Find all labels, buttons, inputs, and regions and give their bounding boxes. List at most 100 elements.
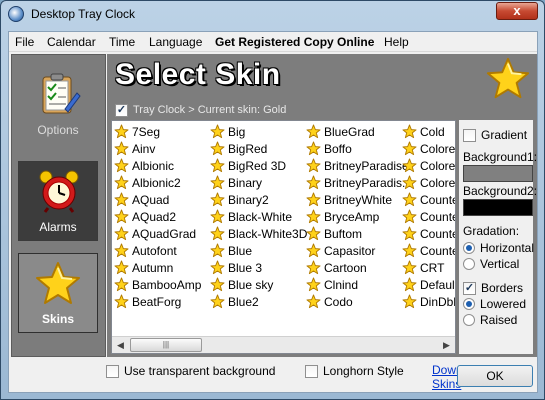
close-button[interactable]: x (496, 2, 538, 20)
skin-list-item[interactable]: Counte (402, 208, 455, 225)
skin-list-item[interactable]: Default (402, 276, 455, 293)
skin-list-item[interactable]: AQuadGrad (114, 225, 210, 242)
app-clock-icon (8, 6, 24, 22)
skin-list-item[interactable]: Cold (402, 123, 455, 140)
skin-name: AQuadGrad (132, 226, 197, 241)
horizontal-option[interactable]: Horizontal (463, 241, 534, 255)
skin-name: Counte (420, 192, 456, 207)
skin-list-item[interactable]: BritneyParadis... (306, 174, 412, 191)
nav-alarms-button[interactable]: Alarms (18, 161, 98, 241)
borders-label: Borders (481, 281, 524, 295)
nav-options-button[interactable]: Options (18, 63, 98, 143)
skin-name: Ainv (132, 141, 156, 156)
horizontal-radio[interactable] (463, 242, 475, 254)
borders-option[interactable]: ✓ Borders (463, 281, 523, 295)
vertical-radio[interactable] (463, 258, 475, 270)
lowered-radio[interactable] (463, 298, 475, 310)
longhorn-option[interactable]: Longhorn Style (305, 364, 404, 378)
menu-file[interactable]: File (15, 35, 34, 49)
skin-list[interactable]: 7Seg Ainv Albionic Albionic2 AQuad AQuad2 AQua… (111, 120, 456, 354)
skin-list-item[interactable]: Ainv (114, 140, 210, 157)
skin-list-item[interactable]: BryceAmp (306, 208, 402, 225)
background1-swatch[interactable] (463, 165, 533, 182)
skin-list-item[interactable]: BlueGrad (306, 123, 402, 140)
skin-name: Clnind (324, 277, 359, 292)
lowered-option[interactable]: Lowered (463, 297, 526, 311)
longhorn-checkbox[interactable] (305, 364, 318, 378)
current-skin-bar: ✓ Tray Clock > Current skin: Gold (111, 103, 533, 119)
background2-label: Background2: (463, 184, 538, 198)
gradient-checkbox[interactable] (463, 128, 476, 142)
skin-list-item[interactable]: BigRed (210, 140, 306, 157)
skin-list-item[interactable]: Big (210, 123, 306, 140)
current-skin-checkbox[interactable]: ✓ (115, 104, 128, 117)
menu-help[interactable]: Help (384, 35, 409, 49)
skin-list-item[interactable]: Blue2 (210, 293, 306, 310)
skin-list-item[interactable]: Capasitor (306, 242, 402, 259)
skin-column: BlueGrad Boffo BritneyParadise BritneyParad… (306, 123, 412, 310)
skin-list-item[interactable]: Blue (210, 242, 306, 259)
skin-list-item[interactable]: Autofont (114, 242, 210, 259)
skin-list-item[interactable]: BeatForg (114, 293, 210, 310)
skin-list-item[interactable]: Counte (402, 242, 455, 259)
app-window: Desktop Tray Clock x File Calendar Time … (0, 0, 545, 400)
star-icon (402, 175, 417, 190)
skin-list-item[interactable]: Cartoon (306, 259, 402, 276)
skin-list-item[interactable]: 7Seg (114, 123, 210, 140)
skin-list-item[interactable]: Colored (402, 157, 455, 174)
page-title: Select Skin (115, 58, 281, 91)
skin-list-item[interactable]: Black-White (210, 208, 306, 225)
skin-list-item[interactable]: Albionic2 (114, 174, 210, 191)
skin-list-item[interactable]: Clnind (306, 276, 402, 293)
skin-list-item[interactable]: BambooAmp (114, 276, 210, 293)
scroll-right-icon[interactable]: ▶ (438, 337, 455, 353)
skin-list-item[interactable]: Colored (402, 140, 455, 157)
skin-list-item[interactable]: Blue 3 (210, 259, 306, 276)
skin-name: Albionic (132, 158, 175, 173)
skin-list-item[interactable]: Autumn (114, 259, 210, 276)
background1-label: Background1: (463, 150, 538, 164)
skin-list-item[interactable]: Colored (402, 174, 455, 191)
star-icon (306, 226, 321, 241)
skin-list-item[interactable]: BritneyParadise (306, 157, 409, 174)
skin-list-item[interactable]: AQuad2 (114, 208, 210, 225)
menu-calendar[interactable]: Calendar (47, 35, 96, 49)
skin-list-item[interactable]: Albionic (114, 157, 210, 174)
star-icon (306, 192, 321, 207)
skin-list-item[interactable]: Black-White3D (210, 225, 307, 242)
ok-button[interactable]: OK (457, 365, 533, 387)
skin-list-item[interactable]: DinDbl (402, 293, 455, 310)
skin-list-item[interactable]: Counte (402, 191, 456, 208)
skin-list-item[interactable]: Counte (402, 225, 455, 242)
menu-time[interactable]: Time (109, 35, 135, 49)
borders-checkbox[interactable]: ✓ (463, 281, 476, 295)
scroll-thumb[interactable]: ||| (130, 338, 202, 352)
skin-list-item[interactable]: Binary2 (210, 191, 306, 208)
star-icon (210, 277, 225, 292)
transparent-checkbox[interactable] (106, 364, 119, 378)
star-icon (114, 192, 129, 207)
menu-get-registered[interactable]: Get Registered Copy Online (215, 35, 374, 49)
vertical-option[interactable]: Vertical (463, 257, 519, 271)
horizontal-scrollbar[interactable]: ◀ ||| ▶ (112, 336, 455, 353)
raised-label: Raised (480, 313, 518, 327)
skin-list-item[interactable]: BigRed 3D (210, 157, 306, 174)
gradient-option[interactable]: Gradient (463, 128, 527, 142)
raised-radio[interactable] (463, 314, 475, 326)
background2-swatch[interactable] (463, 199, 533, 216)
raised-option[interactable]: Raised (463, 313, 517, 327)
transparent-option[interactable]: Use transparent background (106, 364, 275, 378)
skin-list-item[interactable]: Buftom (306, 225, 402, 242)
skin-list-item[interactable]: BritneyWhite (306, 191, 402, 208)
scroll-left-icon[interactable]: ◀ (112, 337, 129, 353)
skin-list-item[interactable]: Boffo (306, 140, 402, 157)
skin-list-item[interactable]: Codo (306, 293, 402, 310)
skin-list-item[interactable]: CRT (402, 259, 455, 276)
skin-column: 7Seg Ainv Albionic Albionic2 AQuad AQuad2 AQua… (114, 123, 210, 310)
nav-skins-button[interactable]: Skins (18, 253, 98, 333)
menu-language[interactable]: Language (149, 35, 202, 49)
skin-list-item[interactable]: Blue sky (210, 276, 306, 293)
star-icon (306, 260, 321, 275)
skin-list-item[interactable]: AQuad (114, 191, 210, 208)
skin-list-item[interactable]: Binary (210, 174, 306, 191)
